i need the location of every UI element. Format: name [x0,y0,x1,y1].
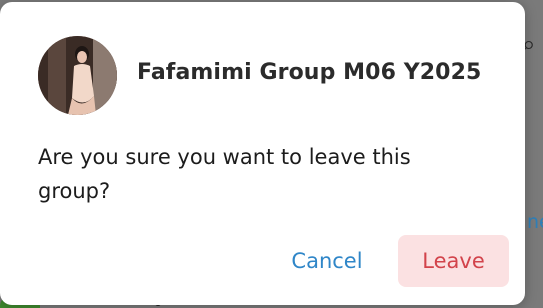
confirmation-message: Are you sure you want to leave this grou… [38,145,411,203]
group-name: Fafamimi Group M06 Y2025 [137,60,482,85]
leave-group-dialog: Fafamimi Group M06 Y2025 Are you sure yo… [0,2,525,305]
leave-button[interactable]: Leave [398,235,509,287]
search-icon[interactable]: ⌕ [522,30,543,58]
avatar-photo [38,36,117,115]
background-link-fragment: ne [527,211,543,233]
cancel-button[interactable]: Cancel [275,235,379,287]
group-avatar [38,36,117,115]
